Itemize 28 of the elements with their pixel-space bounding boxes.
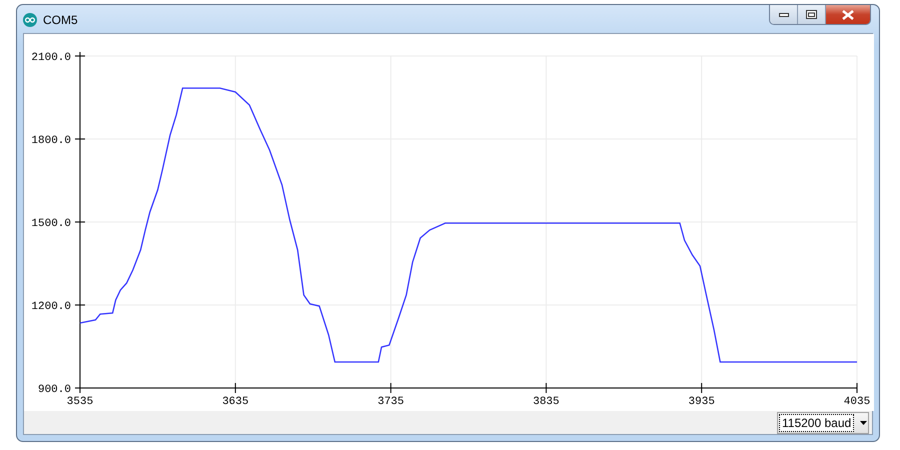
x-tick [546, 382, 547, 394]
app-logo-icon [23, 13, 37, 27]
window-title: COM5 [43, 13, 78, 27]
y-tick [74, 138, 86, 140]
x-tick-label: 3935 [688, 396, 715, 408]
x-tick-label: 3735 [378, 396, 404, 408]
close-icon [842, 10, 854, 20]
x-tick [390, 382, 392, 394]
x-tick-label: 3635 [222, 396, 249, 408]
baud-dropdown[interactable]: 115200 baud [777, 412, 869, 434]
y-tick-label: 1200.0 [31, 301, 71, 313]
x-tick [856, 382, 858, 394]
minimize-button[interactable] [770, 5, 798, 24]
x-tick-label: 4035 [844, 396, 870, 408]
y-tick-label: 1500.0 [31, 218, 71, 230]
close-button[interactable] [826, 5, 870, 24]
caret-icon [860, 420, 868, 424]
x-tick-label: 3535 [66, 396, 94, 408]
minimize-icon [778, 12, 788, 16]
x-tick [234, 382, 236, 394]
x-tick-label: 3835 [533, 396, 560, 408]
y-tick-label: 900.0 [38, 384, 71, 396]
maximize-button[interactable] [798, 5, 826, 24]
maximize-icon [806, 10, 817, 19]
y-tick [74, 304, 86, 306]
x-tick [701, 382, 702, 394]
y-tick-label: 2100.0 [31, 52, 71, 64]
y-tick-label: 1800.0 [31, 135, 71, 147]
